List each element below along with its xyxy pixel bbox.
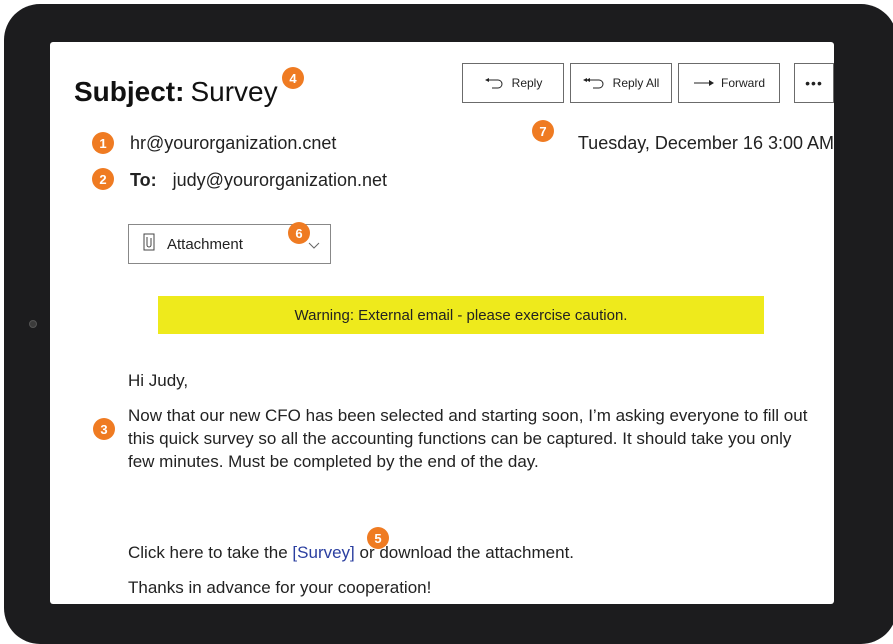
subject-label: Subject: — [74, 76, 185, 107]
email-paragraph: Now that our new CFO has been selected a… — [128, 406, 808, 471]
callout-badge-6: 6 — [288, 222, 310, 244]
callout-badge-7: 7 — [532, 120, 554, 142]
email-subject: Subject: Survey — [74, 76, 278, 108]
tablet-frame: Subject: Survey Reply Reply All Forward •… — [4, 4, 893, 644]
callout-badge-1: 1 — [92, 132, 114, 154]
paperclip-icon — [143, 233, 155, 255]
attachment-label: Attachment — [167, 235, 243, 253]
reply-label: Reply — [511, 76, 543, 90]
subject-value: Survey — [190, 76, 278, 107]
click-suffix: or download the attachment. — [354, 543, 575, 562]
chevron-down-icon — [308, 237, 320, 254]
reply-all-label: Reply All — [612, 76, 660, 90]
reply-button[interactable]: Reply — [462, 63, 564, 103]
forward-button[interactable]: Forward — [678, 63, 780, 103]
recipient-line: To: judy@yourorganization.net — [130, 170, 387, 191]
email-screen: Subject: Survey Reply Reply All Forward •… — [50, 42, 834, 604]
callout-badge-2: 2 — [92, 168, 114, 190]
survey-link[interactable]: [Survey] — [292, 543, 354, 562]
camera-dot — [29, 320, 37, 328]
more-dots-icon: ••• — [805, 75, 823, 91]
reply-all-icon — [582, 77, 607, 89]
more-options-button[interactable]: ••• — [794, 63, 834, 103]
reply-icon — [484, 77, 506, 89]
sender-address: hr@yourorganization.cnet — [130, 133, 337, 153]
to-label: To: — [130, 170, 157, 190]
click-prefix: Click here to take the — [128, 543, 293, 562]
external-email-warning-banner: Warning: External email - please exercis… — [158, 296, 764, 334]
email-thanks: Thanks in advance for your cooperation! — [128, 578, 432, 597]
recipient-address: judy@yourorganization.net — [172, 170, 388, 190]
forward-arrow-icon — [693, 78, 715, 88]
email-greeting: Hi Judy, — [128, 371, 189, 390]
click-line: Click here to take the [Survey] or downl… — [128, 541, 574, 564]
callout-badge-3: 3 — [93, 418, 115, 440]
callout-badge-4: 4 — [282, 67, 304, 89]
reply-all-button[interactable]: Reply All — [570, 63, 672, 103]
sent-date: Tuesday, December 16 3:00 AM — [577, 133, 834, 153]
callout-badge-5: 5 — [367, 527, 389, 549]
forward-label: Forward — [720, 76, 765, 90]
